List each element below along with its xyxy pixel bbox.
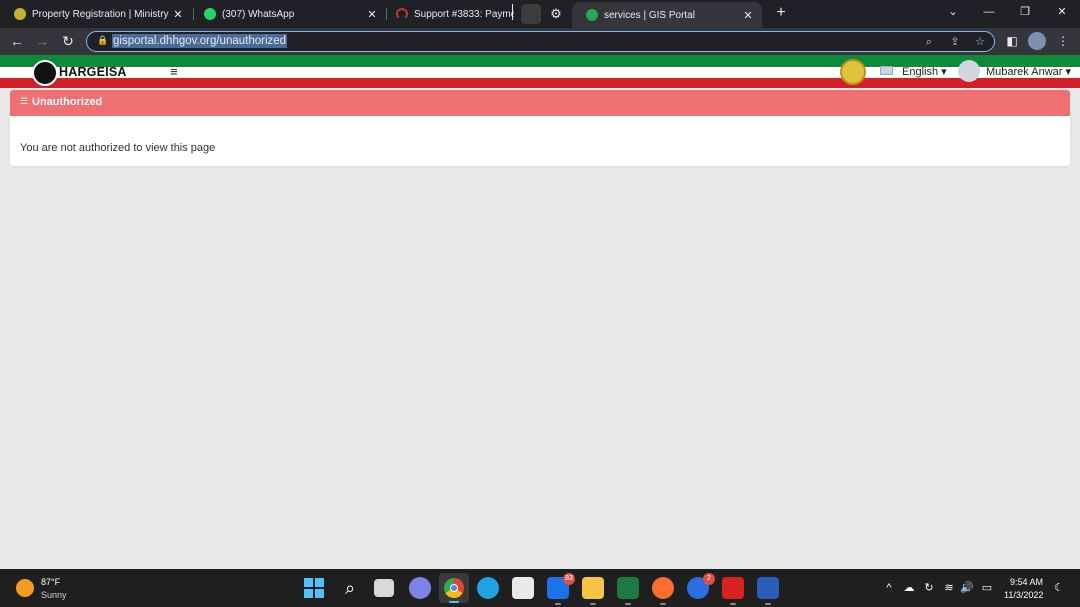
tab-preview-thumbnail[interactable] <box>521 4 541 24</box>
weather-condition[interactable]: Sunny <box>41 590 67 600</box>
firefox-icon[interactable] <box>652 577 674 605</box>
site-header: HARGEISA LOCAL GOVERNMENT ≡ English ▾ Mu… <box>0 55 1080 88</box>
mail-badge: 83 <box>563 573 575 585</box>
onedrive-cloud-icon[interactable]: ☁ <box>902 581 916 595</box>
store-icon[interactable] <box>512 577 534 599</box>
running-indicator <box>625 603 631 605</box>
restore-icon[interactable]: ❐ <box>1015 4 1035 20</box>
user-menu[interactable]: Mubarek Anwar ▾ <box>986 65 1071 78</box>
todo-check-icon[interactable]: 2 <box>687 573 715 599</box>
back-arrow-icon[interactable]: ← <box>8 32 26 50</box>
tab-title: (307) WhatsApp <box>222 8 295 20</box>
gear-icon[interactable]: ⚙ <box>547 5 565 23</box>
tab-title: services | GIS Portal <box>604 9 695 21</box>
battery-icon[interactable]: ▭ <box>980 581 994 595</box>
excel-icon[interactable] <box>617 577 639 605</box>
language-selector[interactable]: English ▾ <box>902 65 947 78</box>
running-indicator <box>590 603 596 605</box>
list-icon: ☰ <box>20 96 29 106</box>
unauthorized-message: You are not authorized to view this page <box>20 142 216 154</box>
running-indicator <box>555 603 561 605</box>
acrobat-pdf-icon[interactable] <box>722 577 744 605</box>
logo-text[interactable]: HARGEISA <box>59 65 127 79</box>
file-explorer-icon[interactable] <box>582 577 604 605</box>
running-indicator <box>660 603 666 605</box>
unauthorized-card: ☰ Unauthorized You are not authorized to… <box>10 90 1070 166</box>
sun-weather-icon[interactable] <box>16 579 34 597</box>
tab-whatsapp[interactable]: (307) WhatsApp ✕ <box>190 3 386 25</box>
logo-subtext: LOCAL GOVERNMENT <box>60 78 114 84</box>
gis-portal-favicon-icon <box>586 9 598 21</box>
tab-title: Property Registration | Ministry o <box>32 8 170 20</box>
reload-icon[interactable]: ↻ <box>59 32 77 50</box>
government-emblem-icon <box>840 59 866 85</box>
search-icon[interactable]: ⌕ <box>339 577 361 599</box>
zoom-search-icon[interactable]: ⌕ <box>922 35 936 49</box>
chrome-taskbar-button[interactable] <box>439 573 469 603</box>
task-view-icon[interactable] <box>374 579 394 597</box>
tab-support[interactable]: Support #3833: Payme <box>382 3 514 25</box>
card-header: ☰ Unauthorized <box>10 90 1070 116</box>
profile-avatar[interactable] <box>1028 32 1046 50</box>
forward-arrow-icon[interactable]: → <box>33 32 51 50</box>
menu-dots-icon[interactable]: ⋮ <box>1054 32 1072 50</box>
bookmark-star-icon[interactable]: ☆ <box>973 35 987 49</box>
hamburger-menu-icon[interactable]: ≡ <box>170 65 178 78</box>
todo-badge: 2 <box>703 573 715 585</box>
browser-toolbar: ← → ↻ 🔒 gisportal.dhhgov.org/unauthorize… <box>0 28 1080 55</box>
minimize-icon[interactable]: — <box>979 4 999 20</box>
address-bar[interactable]: 🔒 gisportal.dhhgov.org/unauthorized ⌕ ⇪ … <box>86 31 995 52</box>
close-icon[interactable]: ✕ <box>740 9 756 22</box>
lock-icon: 🔒 <box>97 35 109 45</box>
clock-date[interactable]: 11/3/2022 <box>1004 590 1043 600</box>
show-hidden-icons-chevron-icon[interactable]: ^ <box>882 581 896 595</box>
notifications-moon-icon[interactable]: ☾ <box>1052 581 1066 595</box>
edge-icon[interactable] <box>477 577 499 599</box>
clock-time[interactable]: 9:54 AM <box>1010 577 1043 587</box>
browser-tab-strip: Property Registration | Ministry o ✕ (30… <box>0 0 1080 28</box>
close-icon[interactable]: ✕ <box>364 8 380 21</box>
windows-taskbar: 87°F Sunny ⌕ 83 2 ^ ☁ ↻ ≋ 🔊 ▭ 9:54 AM 11… <box>0 569 1080 607</box>
tab-gis-portal[interactable]: services | GIS Portal ✕ <box>572 2 762 28</box>
support-favicon-icon <box>396 8 408 20</box>
uk-flag-icon[interactable] <box>880 66 893 75</box>
close-icon[interactable]: ✕ <box>170 8 186 21</box>
user-avatar[interactable] <box>958 60 980 82</box>
tab-divider <box>512 4 513 20</box>
running-indicator <box>765 603 771 605</box>
volume-icon[interactable]: 🔊 <box>960 581 974 595</box>
windows-start-icon[interactable] <box>304 578 324 598</box>
wifi-icon[interactable]: ≋ <box>942 581 956 595</box>
new-tab-plus-icon[interactable]: + <box>772 4 790 22</box>
chevron-down-icon[interactable]: ⌄ <box>943 4 963 20</box>
running-indicator <box>730 603 736 605</box>
weather-temperature[interactable]: 87°F <box>41 577 60 587</box>
word-icon[interactable] <box>757 577 779 605</box>
card-title: Unauthorized <box>32 96 103 108</box>
side-panel-icon[interactable]: ◧ <box>1003 32 1021 50</box>
whatsapp-icon <box>204 8 216 20</box>
ministry-favicon-icon <box>14 8 26 20</box>
tab-property-registration[interactable]: Property Registration | Ministry o ✕ <box>0 3 192 25</box>
window-close-icon[interactable]: ✕ <box>1052 4 1072 20</box>
refresh-sync-icon[interactable]: ↻ <box>922 581 936 595</box>
mail-icon[interactable]: 83 <box>547 573 575 605</box>
teams-chat-icon[interactable] <box>409 577 431 599</box>
hargeisa-logo-icon[interactable] <box>32 60 58 86</box>
header-red-stripe <box>0 78 1080 88</box>
url-text[interactable]: gisportal.dhhgov.org/unauthorized <box>112 34 288 48</box>
share-icon[interactable]: ⇪ <box>948 35 962 49</box>
tab-title: Support #3833: Payme <box>414 8 514 20</box>
